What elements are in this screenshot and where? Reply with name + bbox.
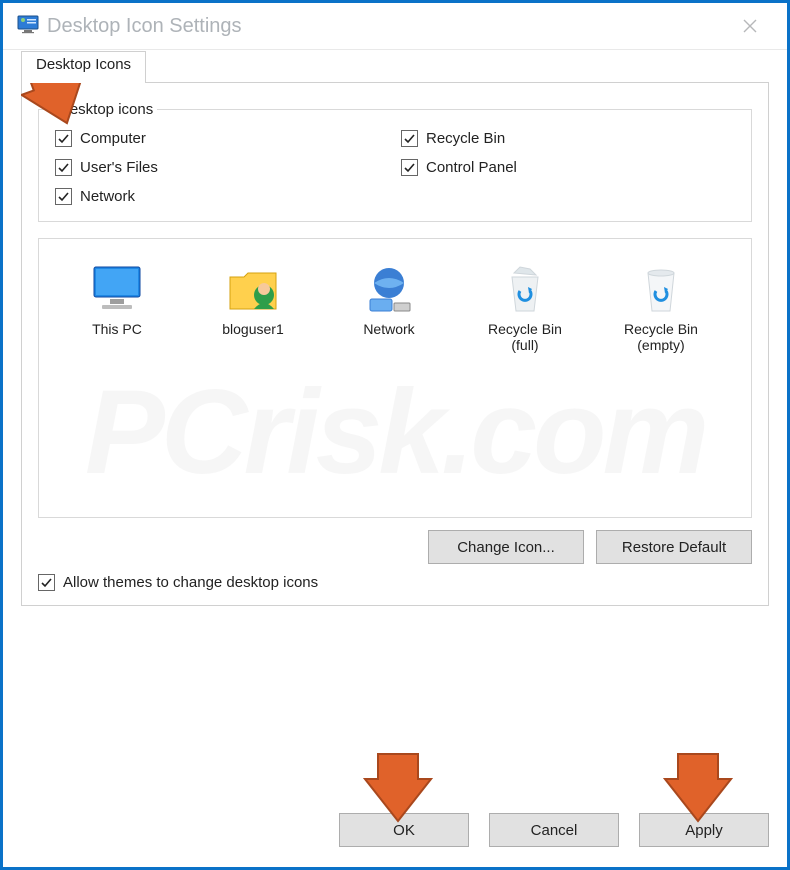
checkmark-icon <box>55 130 72 147</box>
checkbox-recycle-bin[interactable]: Recycle Bin <box>401 130 735 147</box>
checkbox-control-panel[interactable]: Control Panel <box>401 159 735 176</box>
tab-panel: Desktop icons Computer Recycle Bin <box>21 82 769 606</box>
checkbox-label: Computer <box>80 130 146 147</box>
checkbox-label: Network <box>80 188 135 205</box>
checkmark-icon <box>401 130 418 147</box>
preview-label: bloguser1 <box>187 321 319 337</box>
desktop-icons-group: Desktop icons Computer Recycle Bin <box>38 101 752 222</box>
checkbox-network[interactable]: Network <box>55 188 389 205</box>
group-legend: Desktop icons <box>55 101 157 118</box>
preview-label: Network <box>323 321 455 337</box>
preview-recycle-bin-full[interactable]: Recycle Bin (full) <box>459 255 591 357</box>
preview-network[interactable]: Network <box>323 255 455 357</box>
preview-sublabel: (full) <box>459 337 591 353</box>
desktop-icon-settings-window: Desktop Icon Settings PCrisk.com Desktop… <box>0 0 790 870</box>
checkbox-grid: Computer Recycle Bin User's Files <box>55 130 735 205</box>
preview-label: Recycle Bin <box>595 321 727 337</box>
checkbox-users-files[interactable]: User's Files <box>55 159 389 176</box>
tabs-row: Desktop Icons <box>21 50 769 82</box>
preview-sublabel: (empty) <box>595 337 727 353</box>
icon-preview-box: This PC bloguser1 <box>38 238 752 518</box>
tab-desktop-icons[interactable]: Desktop Icons <box>21 51 146 83</box>
ok-button[interactable]: OK <box>339 813 469 847</box>
restore-default-button[interactable]: Restore Default <box>596 530 752 564</box>
close-button[interactable] <box>727 3 773 49</box>
allow-themes-row: Allow themes to change desktop icons <box>38 574 752 591</box>
checkmark-icon <box>55 159 72 176</box>
icon-buttons-row: Change Icon... Restore Default <box>38 530 752 564</box>
change-icon-button[interactable]: Change Icon... <box>428 530 584 564</box>
checkbox-label: Control Panel <box>426 159 517 176</box>
checkbox-label: Allow themes to change desktop icons <box>63 574 318 591</box>
computer-icon <box>51 259 183 315</box>
recycle-bin-full-icon <box>459 259 591 315</box>
preview-label: This PC <box>51 321 183 337</box>
window-title: Desktop Icon Settings <box>47 15 242 38</box>
titlebar: Desktop Icon Settings <box>3 3 787 49</box>
checkmark-icon <box>401 159 418 176</box>
client-area: PCrisk.com Desktop Icons Desktop icons C… <box>3 49 787 813</box>
checkmark-icon <box>38 574 55 591</box>
recycle-bin-empty-icon <box>595 259 727 315</box>
preview-label: Recycle Bin <box>459 321 591 337</box>
user-folder-icon <box>187 259 319 315</box>
checkbox-label: User's Files <box>80 159 158 176</box>
preview-user-folder[interactable]: bloguser1 <box>187 255 319 357</box>
checkmark-icon <box>55 188 72 205</box>
dialog-footer: OK Cancel Apply <box>3 813 787 867</box>
checkbox-allow-themes[interactable]: Allow themes to change desktop icons <box>38 574 752 591</box>
preview-this-pc[interactable]: This PC <box>51 255 183 357</box>
network-icon <box>323 259 455 315</box>
checkbox-label: Recycle Bin <box>426 130 505 147</box>
apply-button[interactable]: Apply <box>639 813 769 847</box>
app-icon <box>17 13 39 39</box>
checkbox-computer[interactable]: Computer <box>55 130 389 147</box>
cancel-button[interactable]: Cancel <box>489 813 619 847</box>
preview-recycle-bin-empty[interactable]: Recycle Bin (empty) <box>595 255 727 357</box>
